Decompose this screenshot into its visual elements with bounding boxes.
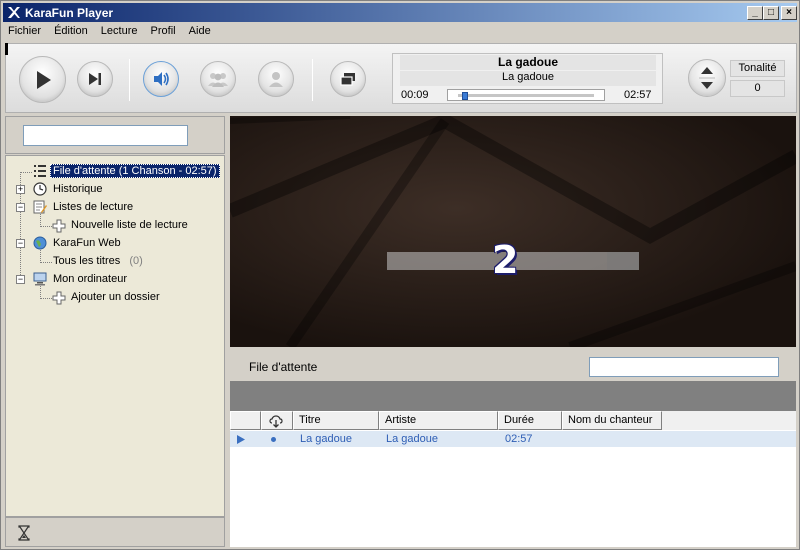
- user-icon: [269, 72, 283, 87]
- table-row[interactable]: La gadoue La gadoue 02:57: [230, 431, 796, 447]
- expander-my-computer[interactable]: −: [16, 275, 25, 284]
- speaker-icon: [154, 72, 169, 86]
- tone-down-icon[interactable]: [701, 82, 713, 89]
- hourglass-icon: [18, 525, 30, 541]
- tree-item-playlists[interactable]: Listes de lecture: [53, 199, 133, 215]
- menu-edition[interactable]: Édition: [49, 23, 93, 39]
- queue-table-header: Titre Artiste Durée Nom du chanteur: [230, 411, 796, 430]
- now-playing-artist: La gadoue: [400, 71, 656, 86]
- menu-fichier[interactable]: Fichier: [3, 23, 46, 39]
- tree-item-queue-label: File d'attente (1 Chanson - 02:57): [50, 164, 220, 178]
- tree-item-my-computer[interactable]: Mon ordinateur: [53, 271, 127, 287]
- menu-aide[interactable]: Aide: [184, 23, 216, 39]
- screen-icon: [340, 73, 355, 86]
- all-titles-count: (0): [129, 255, 143, 267]
- library-tree: File d'attente (1 Chanson - 02:57) + His…: [5, 155, 225, 517]
- countdown-number: 2: [492, 238, 519, 282]
- col-singer[interactable]: Nom du chanteur: [562, 411, 662, 430]
- maximize-button[interactable]: □: [763, 6, 779, 20]
- row-title: La gadoue: [300, 433, 352, 445]
- library-search-panel: [5, 116, 225, 154]
- expander-playlists[interactable]: −: [16, 203, 25, 212]
- main-window: KaraFun Player _ □ × Fichier Édition Lec…: [0, 0, 800, 550]
- seek-bar[interactable]: [447, 89, 605, 101]
- row-singer: [563, 431, 569, 447]
- row-duration: 02:57: [505, 433, 533, 445]
- cloud-download-icon: [269, 415, 283, 428]
- left-status-bar: [5, 517, 225, 547]
- globe-icon: [33, 236, 47, 250]
- col-download[interactable]: [261, 411, 293, 430]
- tree-item-queue[interactable]: File d'attente (1 Chanson - 02:57): [50, 163, 220, 179]
- playlist-icon: [33, 200, 47, 214]
- tree-item-all-titles[interactable]: Tous les titres (0): [53, 253, 143, 269]
- tree-connector: [40, 262, 52, 263]
- tree-item-history[interactable]: Historique: [53, 181, 103, 197]
- computer-icon: [33, 272, 47, 286]
- col-artist[interactable]: Artiste: [379, 411, 498, 430]
- seek-track: [458, 94, 594, 97]
- col-title[interactable]: Titre: [293, 411, 379, 430]
- menu-lecture[interactable]: Lecture: [96, 23, 143, 39]
- toolbar-separator: [129, 59, 130, 101]
- video-background-art: [230, 116, 796, 347]
- tone-label: Tonalité: [730, 60, 785, 77]
- sound-button[interactable]: [143, 61, 179, 97]
- row-artist: La gadoue: [386, 433, 438, 445]
- col-duration[interactable]: Durée: [498, 411, 562, 430]
- tree-connector: [40, 298, 52, 299]
- tree-connector: [20, 172, 32, 173]
- tree-item-add-folder[interactable]: Ajouter un dossier: [71, 289, 160, 305]
- menu-profil[interactable]: Profil: [146, 23, 181, 39]
- tree-connector: [40, 226, 52, 227]
- tone-stepper[interactable]: [688, 59, 726, 97]
- karaoke-video-display: 2: [230, 116, 796, 347]
- second-screen-button[interactable]: [330, 61, 366, 97]
- group-singers-button[interactable]: [200, 61, 236, 97]
- play-button[interactable]: [19, 56, 66, 103]
- menu-bar: Fichier Édition Lecture Profil Aide: [3, 23, 797, 41]
- col-play-state[interactable]: [230, 411, 261, 430]
- close-button[interactable]: ×: [781, 6, 797, 20]
- queue-toolbar-band: [230, 381, 796, 411]
- toolbar-grip: [5, 43, 8, 55]
- downloaded-dot-icon: [271, 437, 276, 442]
- group-icon: [208, 73, 228, 87]
- tone-value: 0: [730, 80, 785, 97]
- total-duration: 02:57: [624, 89, 652, 101]
- title-bar[interactable]: KaraFun Player _ □ ×: [3, 3, 797, 22]
- library-search-input[interactable]: [23, 125, 188, 146]
- clock-icon: [33, 182, 47, 196]
- expander-karafun-web[interactable]: −: [16, 239, 25, 248]
- expander-history[interactable]: +: [16, 185, 25, 194]
- seek-thumb[interactable]: [461, 92, 468, 100]
- play-icon: [36, 70, 51, 89]
- queue-table: Titre Artiste Durée Nom du chanteur La g…: [230, 411, 796, 547]
- tree-item-new-playlist[interactable]: Nouvelle liste de lecture: [71, 217, 188, 233]
- next-button[interactable]: [77, 61, 113, 97]
- queue-header: File d'attente: [230, 349, 796, 380]
- elapsed-time: 00:09: [401, 89, 429, 101]
- playing-indicator-icon: [237, 435, 245, 444]
- queue-title: File d'attente: [249, 360, 318, 374]
- add-icon: [52, 219, 66, 233]
- tone-up-icon[interactable]: [701, 67, 713, 74]
- add-icon: [52, 291, 66, 305]
- window-title: KaraFun Player: [25, 6, 114, 20]
- single-singer-button[interactable]: [258, 61, 294, 97]
- queue-search-input[interactable]: [589, 357, 779, 377]
- now-playing-title: La gadoue: [400, 55, 656, 70]
- karafun-logo-icon: [8, 7, 20, 18]
- now-playing-panel: La gadoue La gadoue 00:09 02:57: [392, 53, 663, 104]
- tree-item-karafun-web[interactable]: KaraFun Web: [53, 235, 121, 251]
- next-icon: [89, 73, 101, 85]
- queue-list-icon: [34, 165, 46, 177]
- toolbar-separator: [312, 59, 313, 101]
- minimize-button[interactable]: _: [747, 6, 763, 20]
